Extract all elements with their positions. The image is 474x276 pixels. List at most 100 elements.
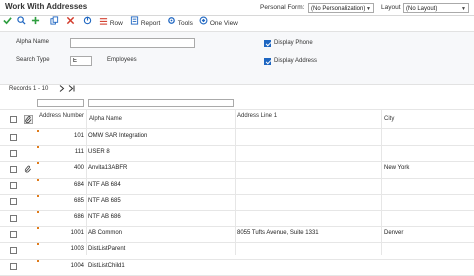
one-view-icon — [199, 16, 208, 25]
table-row[interactable]: 1003 DistListParent — [0, 242, 474, 260]
cell-address-number[interactable]: 400 — [40, 165, 84, 171]
cell-alpha-name: USER 8 — [88, 149, 110, 156]
tools-menu-label: Tools — [177, 20, 193, 27]
display-address-checkbox[interactable] — [264, 58, 271, 65]
delete-button[interactable] — [66, 16, 75, 28]
close-form-button[interactable] — [83, 16, 92, 28]
title-bar: Work With Addresses Personal Form: (No P… — [0, 0, 474, 15]
cell-address-number[interactable]: 686 — [40, 214, 84, 220]
cell-alpha-name: NTF AB 685 — [88, 197, 121, 204]
cell-alpha-name: Anvita13ABFR — [88, 165, 128, 172]
search-type-description: Employees — [107, 57, 137, 63]
table-row[interactable]: 686 NTF AB 686 — [0, 210, 474, 228]
row-checkbox[interactable] — [10, 230, 17, 238]
cell-address-line-1: 8055 Tufts Avenue, Suite 1331 — [237, 230, 319, 237]
one-view-label: One View — [209, 20, 238, 27]
address-grid: Address Number Alpha Name Address Line 1… — [0, 96, 474, 276]
column-header-city[interactable]: City — [384, 116, 394, 123]
table-row[interactable]: 684 NTF AB 684 — [0, 178, 474, 195]
row-marker — [37, 211, 39, 213]
table-row[interactable]: 1001 AB Common 8055 Tufts Avenue, Suite 13… — [0, 226, 474, 244]
personal-form-label: Personal Form: — [260, 4, 305, 11]
chevron-down-icon: ▼ — [461, 6, 466, 12]
qbe-alpha-name[interactable] — [88, 99, 234, 107]
row-marker — [37, 178, 39, 181]
cell-alpha-name: NTF AB 684 — [88, 181, 121, 188]
alpha-name-input[interactable] — [70, 38, 195, 48]
qbe-address-number[interactable] — [37, 99, 84, 107]
tools-menu-button[interactable]: Tools — [167, 16, 193, 28]
paperclip-icon[interactable] — [24, 164, 32, 175]
cell-city: Denver — [384, 230, 404, 237]
search-button[interactable] — [17, 16, 26, 28]
display-phone-checkbox[interactable] — [264, 40, 271, 47]
row-checkbox[interactable] — [10, 182, 17, 190]
row-marker — [37, 130, 39, 132]
layout-select[interactable]: (No Layout) ▼ — [403, 3, 469, 13]
next-page-button[interactable] — [59, 85, 65, 94]
row-menu-button[interactable]: Row — [99, 16, 123, 28]
column-header-address-line-1[interactable]: Address Line 1 — [237, 113, 279, 120]
copy-button[interactable] — [50, 16, 59, 28]
layout-value: (No Layout) — [406, 6, 438, 12]
row-marker — [37, 194, 39, 197]
table-row[interactable]: 685 NTF AB 685 — [0, 194, 474, 211]
row-marker — [37, 227, 39, 230]
one-view-button[interactable]: One View — [199, 16, 238, 28]
cell-alpha-name: DistListChild1 — [88, 262, 125, 269]
checkmark-icon — [3, 17, 12, 25]
column-header-address-number[interactable]: Address Number — [39, 113, 84, 120]
layout-label: Layout — [381, 4, 401, 11]
cell-address-number[interactable]: 111 — [40, 149, 84, 155]
search-type-label: Search Type — [16, 57, 50, 63]
add-button[interactable] — [31, 16, 40, 28]
cell-alpha-name: OMW SAR Integration — [88, 133, 148, 139]
display-address-label: Display Address — [274, 58, 318, 64]
cell-alpha-name: NTF AB 686 — [88, 214, 121, 220]
cell-address-number[interactable]: 1003 — [40, 246, 84, 252]
paperclip-icon — [24, 115, 33, 124]
display-phone-label: Display Phone — [274, 40, 313, 46]
personal-form-value: (No Personalization) — [311, 6, 366, 12]
select-button[interactable] — [3, 16, 12, 28]
row-checkbox[interactable] — [10, 214, 17, 222]
records-count: Records 1 - 10 — [9, 86, 49, 92]
plus-icon — [31, 16, 40, 25]
grid-divider — [0, 109, 474, 110]
report-menu-button[interactable]: Report — [130, 16, 160, 28]
personal-form-select[interactable]: (No Personalization) ▼ — [308, 3, 374, 13]
row-checkbox[interactable] — [10, 133, 17, 141]
report-menu-label: Report — [140, 20, 161, 27]
cell-address-number[interactable]: 684 — [40, 182, 84, 188]
cell-address-number[interactable]: 101 — [40, 133, 84, 139]
row-marker — [37, 243, 39, 246]
row-checkbox[interactable] — [10, 149, 17, 157]
report-icon — [130, 16, 139, 25]
table-row[interactable]: 1004 DistListChild1 — [0, 259, 474, 276]
table-row[interactable]: 111 USER 8 — [0, 145, 474, 163]
exit-icon — [83, 16, 92, 25]
alpha-name-label: Alpha Name — [16, 39, 50, 45]
table-row[interactable]: 101 OMW SAR Integration — [0, 129, 474, 147]
cell-address-number[interactable]: 685 — [40, 198, 84, 204]
select-all-checkbox[interactable] — [10, 116, 17, 123]
last-page-button[interactable] — [68, 85, 76, 94]
row-checkbox[interactable] — [10, 263, 17, 271]
row-checkbox[interactable] — [10, 198, 17, 206]
row-marker — [37, 259, 39, 262]
cell-alpha-name: DistListParent — [88, 246, 126, 253]
chevron-right-icon — [59, 85, 65, 92]
search-icon — [17, 16, 26, 25]
search-type-input[interactable] — [70, 56, 92, 66]
page-title: Work With Addresses — [5, 2, 88, 11]
row-icon — [99, 18, 108, 25]
close-icon — [66, 16, 75, 25]
column-header-alpha-name[interactable]: Alpha Name — [89, 116, 122, 123]
cell-address-number[interactable]: 1001 — [40, 230, 84, 236]
cell-address-number[interactable]: 1004 — [40, 263, 84, 269]
row-checkbox[interactable] — [10, 246, 17, 254]
row-checkbox[interactable] — [10, 165, 17, 173]
row-marker — [37, 146, 39, 149]
attachment-header — [24, 115, 33, 126]
table-row[interactable]: 400 Anvita13ABFR New York — [0, 161, 474, 179]
